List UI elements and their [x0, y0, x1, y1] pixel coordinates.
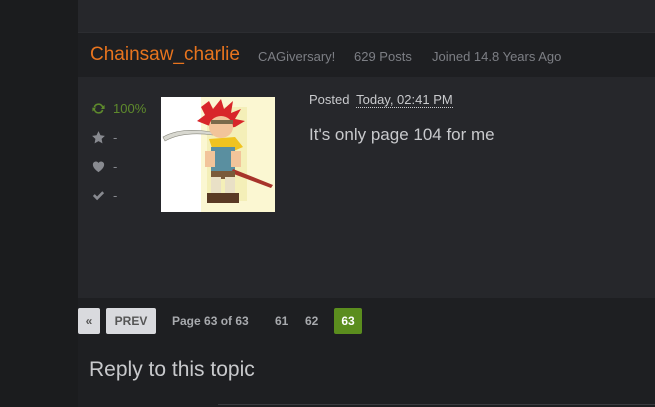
heart-icon: [90, 158, 106, 174]
check-icon: [90, 187, 106, 203]
page-link-62[interactable]: 62: [305, 308, 318, 334]
hearts-value: -: [113, 158, 118, 174]
prev-page-button[interactable]: PREV: [106, 308, 156, 334]
user-rating: 100%: [90, 100, 146, 116]
reply-heading: Reply to this topic: [89, 358, 255, 381]
first-page-button[interactable]: «: [78, 308, 100, 334]
post-body: 100% - - - Posted Today, 02:41 PM It's o…: [78, 77, 655, 298]
previous-post-area: [78, 0, 655, 32]
user-tag: CAGiversary!: [258, 49, 336, 64]
user-checks: -: [90, 187, 117, 203]
likes-value: -: [113, 129, 118, 145]
post-count: 629 Posts: [354, 49, 412, 64]
rating-value: 100%: [113, 100, 147, 116]
reply-box-edge: [218, 404, 655, 405]
post-header: Chainsaw_charlie CAGiversary! 629 Posts …: [78, 32, 655, 77]
post-timestamp[interactable]: Today, 02:41 PM: [356, 92, 453, 108]
topic-content: Chainsaw_charlie CAGiversary! 629 Posts …: [78, 0, 655, 407]
join-date: Joined 14.8 Years Ago: [432, 49, 562, 64]
left-gutter: [0, 0, 78, 407]
page-link-61[interactable]: 61: [275, 308, 288, 334]
user-likes: -: [90, 129, 117, 145]
page-info: Page 63 of 63: [172, 314, 249, 328]
star-icon: [90, 129, 106, 145]
pagination: « PREV Page 63 of 63 61 62 63: [78, 308, 655, 334]
avatar[interactable]: [161, 97, 275, 212]
username-link[interactable]: Chainsaw_charlie: [90, 44, 240, 66]
posted-label: Posted: [309, 92, 350, 107]
user-hearts: -: [90, 158, 117, 174]
post-date: Posted Today, 02:41 PM: [309, 92, 453, 108]
checks-value: -: [113, 187, 118, 203]
page-link-current[interactable]: 63: [334, 308, 362, 334]
post-message: It's only page 104 for me: [309, 125, 495, 144]
refresh-icon: [90, 100, 106, 116]
